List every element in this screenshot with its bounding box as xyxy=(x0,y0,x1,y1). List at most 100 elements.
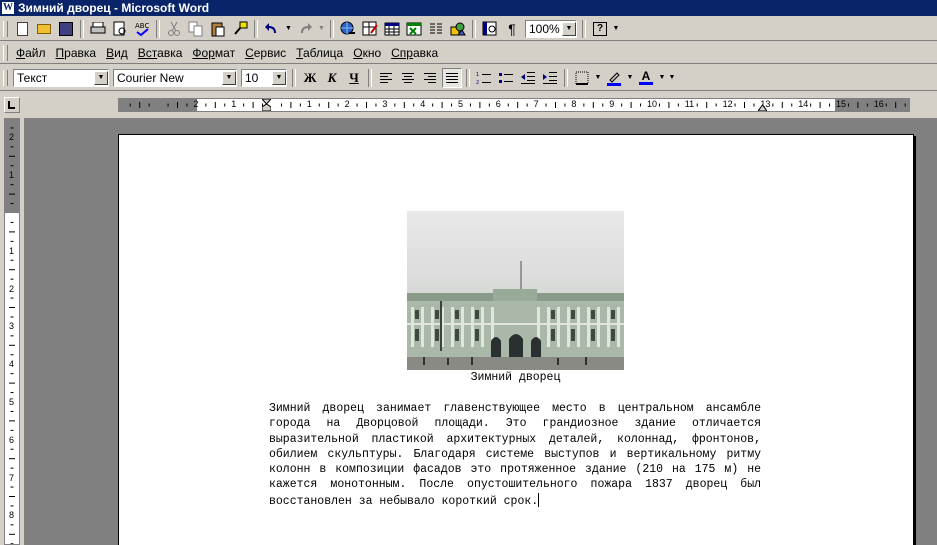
help-button[interactable]: ? xyxy=(590,19,610,39)
bullets-button[interactable] xyxy=(496,68,516,88)
copy-button[interactable] xyxy=(186,19,206,39)
ruler-number: 1 xyxy=(231,99,237,109)
ruler-number: 8 xyxy=(9,510,15,521)
body-paragraph[interactable]: Зимний дворец занимает главенствующее ме… xyxy=(269,401,761,509)
align-left-button[interactable] xyxy=(376,68,396,88)
chevron-down-icon[interactable]: ▼ xyxy=(222,70,236,85)
toolbar-separator xyxy=(156,19,160,38)
open-folder-icon xyxy=(37,23,51,34)
ruler-number: 15 xyxy=(836,99,847,109)
document-map-button[interactable] xyxy=(480,19,500,39)
font-color-dropdown[interactable]: ▼ xyxy=(658,68,666,88)
save-button[interactable] xyxy=(56,19,76,39)
more-buttons-chevron-icon[interactable]: ▼ xyxy=(612,19,620,39)
menu-item-6[interactable]: Таблица xyxy=(291,46,348,60)
menu-item-label: равка xyxy=(64,45,97,60)
svg-text:2: 2 xyxy=(476,80,479,85)
menu-item-2[interactable]: Вид xyxy=(101,46,133,60)
font-color-button[interactable]: A xyxy=(636,68,656,88)
chevron-down-icon[interactable]: ▼ xyxy=(272,70,286,85)
horizontal-ruler[interactable]: 211234567891011121314151618 xyxy=(118,98,910,112)
right-indent-marker-icon[interactable] xyxy=(758,103,767,111)
ruler-number: 8 xyxy=(571,99,577,109)
justify-button[interactable] xyxy=(442,67,462,88)
spellcheck-icon: ABC xyxy=(135,22,149,36)
menu-grip[interactable] xyxy=(3,44,8,61)
decrease-indent-button[interactable] xyxy=(518,68,538,88)
columns-button[interactable] xyxy=(426,19,446,39)
indent-marker-icon[interactable] xyxy=(262,99,271,111)
style-combo[interactable]: Текст ▼ xyxy=(13,68,109,87)
ruler-number: 12 xyxy=(722,99,733,109)
winter-palace-photo[interactable] xyxy=(407,211,624,370)
redo-dropdown[interactable]: ▼ xyxy=(317,19,326,39)
menu-item-5[interactable]: Сервис xyxy=(240,46,291,60)
ruler-number: 1 xyxy=(9,170,15,181)
ruler-number: 10 xyxy=(647,99,658,109)
tables-borders-button[interactable] xyxy=(360,19,380,39)
ruler-number: 3 xyxy=(9,321,15,332)
italic-button[interactable]: К xyxy=(322,68,342,88)
word-app-icon[interactable]: W xyxy=(2,2,14,14)
borders-dropdown[interactable]: ▼ xyxy=(594,68,602,88)
numbering-button[interactable]: 12 xyxy=(474,68,494,88)
style-value: Текст xyxy=(17,70,48,85)
document-page[interactable]: Зимний дворец Зимний дворец занимает гла… xyxy=(118,134,914,545)
ruler-number: 2 xyxy=(344,99,350,109)
menu-item-8[interactable]: Справка xyxy=(386,46,443,60)
undo-dropdown[interactable]: ▼ xyxy=(284,19,293,39)
justify-icon xyxy=(446,72,458,83)
format-painter-button[interactable] xyxy=(230,19,250,39)
ruler-number: 5 xyxy=(458,99,464,109)
menu-item-1[interactable]: Правка xyxy=(51,46,102,60)
align-left-icon xyxy=(380,72,392,83)
paste-button[interactable] xyxy=(208,19,228,39)
tables-borders-icon xyxy=(362,21,378,35)
highlight-dropdown[interactable]: ▼ xyxy=(626,68,634,88)
toolbar-grip[interactable] xyxy=(3,20,8,37)
window-title: Зимний дворец - Microsoft Word xyxy=(18,1,210,15)
bold-button[interactable]: Ж xyxy=(300,68,320,88)
font-size-value: 10 xyxy=(245,70,259,85)
toolbar-grip[interactable] xyxy=(3,69,8,86)
new-document-button[interactable] xyxy=(12,19,32,39)
zoom-combo[interactable]: 100% ▼ xyxy=(525,19,577,38)
menu-item-7[interactable]: Окно xyxy=(348,46,386,60)
menu-item-3[interactable]: Вставка xyxy=(133,46,188,60)
highlight-button[interactable] xyxy=(604,68,624,88)
print-preview-button[interactable] xyxy=(110,19,130,39)
new-document-icon xyxy=(16,21,28,36)
menu-item-4[interactable]: Формат xyxy=(187,46,240,60)
paragraph-text: Зимний дворец занимает главенствующее ме… xyxy=(269,402,761,508)
print-button[interactable] xyxy=(88,19,108,39)
spelling-button[interactable]: ABC xyxy=(132,19,152,39)
underline-button[interactable]: Ч xyxy=(344,68,364,88)
font-size-combo[interactable]: 10 ▼ xyxy=(241,68,287,87)
insert-table-button[interactable] xyxy=(382,19,402,39)
ruler-number: 2 xyxy=(9,132,15,143)
menu-item-0[interactable]: Файл xyxy=(11,46,51,60)
chevron-down-icon[interactable]: ▼ xyxy=(562,21,576,36)
ruler-number: 2 xyxy=(9,283,15,294)
borders-button[interactable] xyxy=(572,68,592,88)
globe-link-icon xyxy=(340,21,355,34)
drawing-button[interactable] xyxy=(448,19,468,39)
paintbrush-icon xyxy=(234,21,248,35)
chevron-down-icon[interactable]: ▼ xyxy=(94,70,108,85)
insert-excel-button[interactable] xyxy=(404,19,424,39)
increase-indent-button[interactable] xyxy=(540,68,560,88)
align-right-icon xyxy=(424,72,436,83)
redo-button[interactable] xyxy=(295,19,315,39)
vertical-ruler[interactable]: 2 1 1 2 3 4 5 6 7 8 xyxy=(4,118,20,545)
align-center-icon xyxy=(402,72,414,83)
font-combo[interactable]: Courier New ▼ xyxy=(113,68,237,87)
show-hide-button[interactable]: ¶ xyxy=(502,19,522,39)
align-right-button[interactable] xyxy=(420,68,440,88)
cut-button[interactable] xyxy=(164,19,184,39)
open-button[interactable] xyxy=(34,19,54,39)
insert-hyperlink-button[interactable] xyxy=(338,19,358,39)
more-buttons-chevron-icon[interactable]: ▼ xyxy=(668,68,676,88)
align-center-button[interactable] xyxy=(398,68,418,88)
undo-button[interactable] xyxy=(262,19,282,39)
tab-selector[interactable] xyxy=(4,97,20,113)
